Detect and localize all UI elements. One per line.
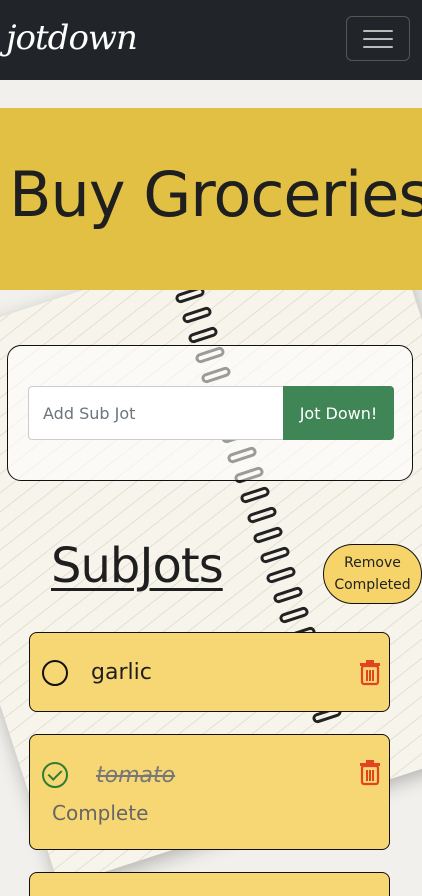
- spiral-ring: [252, 525, 284, 545]
- subjot-status: Complete: [52, 801, 149, 825]
- menu-toggle-button[interactable]: [346, 16, 410, 61]
- spiral-ring: [278, 605, 310, 625]
- navbar: jotdown: [0, 0, 422, 80]
- spiral-ring: [265, 565, 297, 585]
- jot-title-banner: Buy Groceries: [0, 108, 422, 290]
- circle-check-icon[interactable]: [42, 660, 68, 686]
- page-title: Buy Groceries: [9, 158, 422, 231]
- spiral-ring: [239, 485, 271, 505]
- remove-completed-button[interactable]: Remove Completed: [323, 544, 422, 604]
- trash-icon[interactable]: [359, 760, 381, 786]
- spiral-ring: [180, 305, 213, 325]
- brand-logo[interactable]: jotdown: [6, 18, 138, 58]
- subjot-card: [29, 872, 390, 896]
- spiral-ring: [245, 505, 278, 525]
- hamburger-icon-line: [363, 46, 393, 48]
- subjot-card: garlic: [29, 632, 390, 712]
- subjot-card: tomato Complete: [29, 734, 390, 850]
- subjots-heading: SubJots: [51, 538, 224, 594]
- subjot-text: garlic: [91, 660, 152, 685]
- circle-check-icon[interactable]: [42, 762, 68, 788]
- subjot-input[interactable]: [28, 386, 283, 440]
- jot-down-button[interactable]: Jot Down!: [283, 386, 394, 440]
- spiral-ring: [271, 585, 304, 605]
- spiral-ring: [187, 325, 219, 345]
- subjot-text: tomato: [96, 763, 176, 788]
- spiral-ring: [258, 545, 291, 565]
- hamburger-icon: [363, 30, 393, 32]
- trash-icon[interactable]: [359, 660, 381, 686]
- remove-completed-label: Remove Completed: [334, 555, 411, 593]
- hamburger-icon-line: [363, 38, 393, 40]
- add-subjot-form: Jot Down!: [7, 345, 413, 481]
